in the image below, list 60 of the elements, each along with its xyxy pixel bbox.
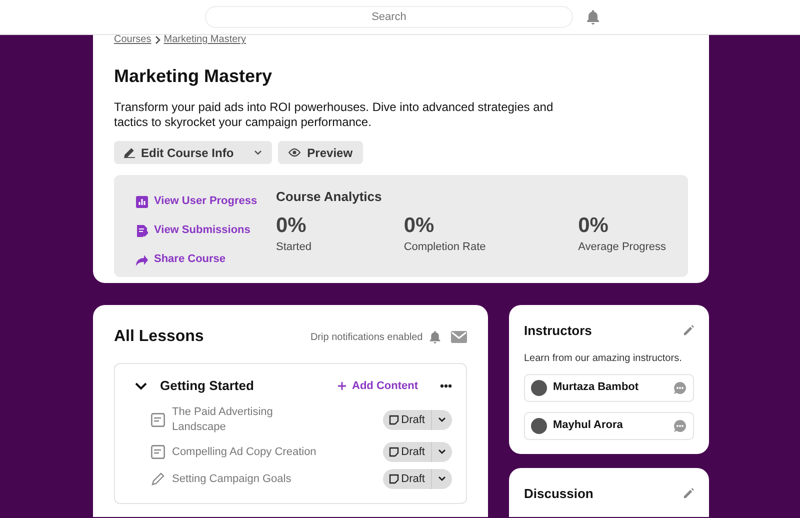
caret-icon	[438, 476, 446, 482]
note-icon	[389, 474, 400, 484]
quick-link[interactable]: View Submissions	[136, 216, 276, 245]
lesson-title[interactable]: Compelling Ad Copy Creation	[172, 444, 316, 460]
document-edit-icon	[136, 224, 148, 236]
search-field[interactable]: Search	[205, 6, 573, 28]
mail-icon[interactable]	[451, 331, 467, 343]
status-dropdown[interactable]: Draft	[383, 469, 452, 489]
caret-icon	[438, 417, 446, 424]
eye-icon	[288, 148, 302, 157]
bell-icon[interactable]	[429, 330, 442, 344]
add-content-button[interactable]: Add Content	[338, 378, 418, 394]
analytics-title: Course Analytics	[276, 188, 383, 206]
avatar	[531, 418, 547, 434]
breadcrumb-link[interactable]: Marketing Mastery	[164, 35, 246, 45]
stat-value: 0%	[578, 213, 610, 239]
lesson-title[interactable]: Setting Campaign Goals	[172, 472, 292, 486]
preview-button[interactable]: Preview	[278, 141, 363, 164]
note-icon	[389, 447, 400, 457]
notification-bell-icon[interactable]	[586, 9, 600, 25]
chevron-right-icon	[154, 36, 160, 44]
chat-bubble-icon[interactable]	[673, 380, 687, 394]
share-arrow-icon	[136, 254, 148, 266]
chat-bubble-icon[interactable]	[673, 418, 687, 432]
chevron-down-icon[interactable]	[135, 382, 147, 390]
edit-icon[interactable]	[683, 488, 694, 499]
stat-label: Completion Rate	[404, 240, 486, 255]
course-title: Marketing Mastery	[114, 65, 274, 88]
lessons-title: All Lessons	[114, 327, 204, 347]
discussion-title: Discussion	[524, 484, 594, 502]
document-icon	[151, 445, 165, 459]
status-dropdown[interactable]: Draft	[383, 442, 452, 462]
caret-icon	[254, 150, 262, 156]
quick-link[interactable]: View User Progress	[136, 187, 276, 216]
note-icon	[389, 415, 400, 426]
quick-link[interactable]: Share Course	[136, 245, 276, 274]
stat-value: 0%	[404, 213, 436, 239]
instructor-row[interactable]: Murtaza Bambot	[524, 374, 694, 402]
plus-icon	[338, 382, 346, 390]
pencil-icon	[124, 147, 135, 158]
stat-label: Average Progress	[578, 240, 666, 255]
edit-icon[interactable]	[683, 325, 694, 336]
course-description: Transform your paid ads into ROI powerhouses. Dive into advanced strategies and tactics to skyrocket your campaign performance.	[114, 100, 554, 130]
caret-icon	[438, 448, 446, 455]
instructors-title: Instructors	[524, 322, 592, 340]
edit-course-button[interactable]: Edit Course Info	[114, 141, 272, 164]
section-title: Getting Started	[160, 377, 255, 395]
lesson-title[interactable]: The Paid Advertising Landscape	[172, 405, 322, 436]
drip-status-text: Drip notifications enabled	[310, 330, 423, 344]
avatar	[531, 380, 547, 396]
status-dropdown[interactable]: Draft	[383, 410, 452, 430]
more-options-icon[interactable]	[440, 384, 452, 388]
stat-value: 0%	[276, 213, 308, 239]
bar-chart-icon	[136, 196, 148, 208]
instructors-subtitle: Learn from our amazing instructors.	[524, 352, 683, 366]
pencil-icon	[151, 472, 165, 486]
stat-label: Started	[276, 240, 312, 255]
instructor-row[interactable]: Mayhul Arora	[524, 412, 694, 440]
breadcrumb-link[interactable]: Courses	[114, 35, 152, 45]
document-icon	[151, 413, 165, 428]
